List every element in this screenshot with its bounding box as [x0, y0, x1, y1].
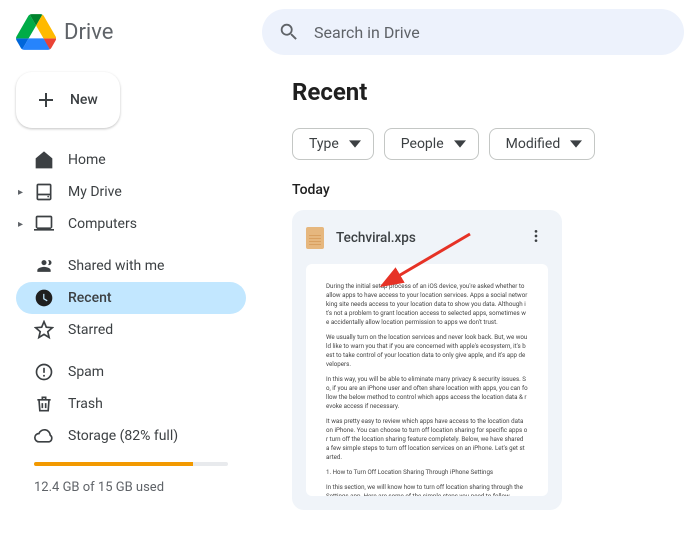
plus-icon	[34, 88, 58, 112]
sidebar-item-shared[interactable]: Shared with me	[16, 250, 246, 282]
logo[interactable]: Drive	[16, 12, 262, 52]
home-icon	[34, 150, 54, 170]
my-drive-icon	[34, 182, 54, 202]
file-type-icon	[306, 227, 324, 249]
shared-icon	[34, 256, 54, 276]
new-button[interactable]: New	[16, 72, 120, 128]
filter-people[interactable]: People	[384, 128, 479, 160]
cloud-icon	[34, 426, 54, 446]
chevron-down-icon	[570, 138, 582, 150]
filter-modified[interactable]: Modified	[489, 128, 596, 160]
file-thumbnail: During the initial setup process of an i…	[306, 264, 548, 496]
chevron-down-icon	[349, 138, 361, 150]
filter-chips: Type People Modified	[292, 128, 684, 160]
more-vert-icon	[528, 228, 544, 244]
file-card[interactable]: Techviral.xps During the initial setup p…	[292, 210, 562, 510]
spam-icon	[34, 362, 54, 382]
section-label: Today	[292, 182, 684, 198]
sidebar: New Home My Drive Computers S	[0, 64, 262, 537]
sidebar-item-my-drive[interactable]: My Drive	[16, 176, 246, 208]
chevron-down-icon	[454, 138, 466, 150]
sidebar-item-spam[interactable]: Spam	[16, 356, 246, 388]
app-name: Drive	[64, 20, 113, 45]
main-content: Recent Type People Modified Today Techvi…	[262, 64, 700, 537]
storage-text: 12.4 GB of 15 GB used	[34, 480, 228, 495]
star-icon	[34, 320, 54, 340]
sidebar-item-recent[interactable]: Recent	[16, 282, 246, 314]
sidebar-item-trash[interactable]: Trash	[16, 388, 246, 420]
filter-type[interactable]: Type	[292, 128, 374, 160]
recent-icon	[34, 288, 54, 308]
page-title: Recent	[292, 78, 684, 106]
top-bar: Drive	[0, 0, 700, 64]
sidebar-item-starred[interactable]: Starred	[16, 314, 246, 346]
search-icon	[278, 21, 300, 43]
sidebar-item-computers[interactable]: Computers	[16, 208, 246, 240]
sidebar-item-storage[interactable]: Storage (82% full)	[16, 420, 246, 452]
sidebar-item-home[interactable]: Home	[16, 144, 246, 176]
search-input[interactable]	[314, 23, 668, 42]
trash-icon	[34, 394, 54, 414]
file-more-button[interactable]	[524, 224, 548, 252]
search-bar[interactable]	[262, 9, 684, 55]
drive-logo-icon	[16, 12, 56, 52]
file-name: Techviral.xps	[336, 230, 416, 246]
storage-bar	[34, 462, 228, 466]
computers-icon	[34, 214, 54, 234]
